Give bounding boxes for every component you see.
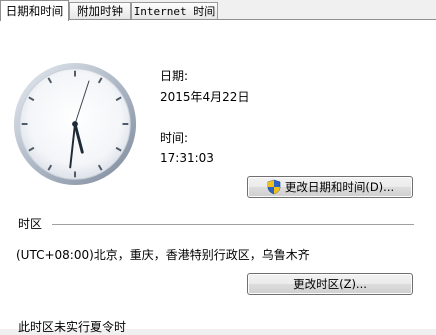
timezone-heading: 时区	[18, 217, 43, 231]
timezone-separator	[52, 224, 414, 225]
tab-internet-time[interactable]: Internet 时间	[131, 2, 218, 19]
date-label: 日期:	[160, 69, 189, 83]
clock-center	[72, 121, 78, 127]
time-label: 时间:	[160, 131, 189, 145]
change-date-time-button[interactable]: 更改日期和时间(D)...	[247, 176, 413, 198]
time-value: 17:31:03	[160, 151, 214, 165]
tab-strip: 日期和时间 附加时钟 Internet 时间	[0, 0, 436, 21]
tab-date-time[interactable]: 日期和时间	[0, 0, 69, 21]
timezone-value: (UTC+08:00)北京，重庆，香港特别行政区，乌鲁木齐	[16, 248, 310, 262]
analog-clock	[13, 62, 137, 186]
tab-additional-clocks[interactable]: 附加时钟	[69, 2, 131, 19]
dst-note: 此时区未实行夏令时	[18, 320, 127, 334]
change-date-time-label: 更改日期和时间(D)...	[284, 180, 395, 194]
date-time-panel: 日期: 2015年4月22日 时间: 17:31:03 更改日期和时间(D)..…	[0, 19, 436, 334]
uac-shield-icon	[267, 179, 281, 195]
change-timezone-button[interactable]: 更改时区(Z)...	[247, 273, 413, 295]
date-value: 2015年4月22日	[160, 90, 250, 104]
change-timezone-label: 更改时区(Z)...	[293, 277, 367, 291]
